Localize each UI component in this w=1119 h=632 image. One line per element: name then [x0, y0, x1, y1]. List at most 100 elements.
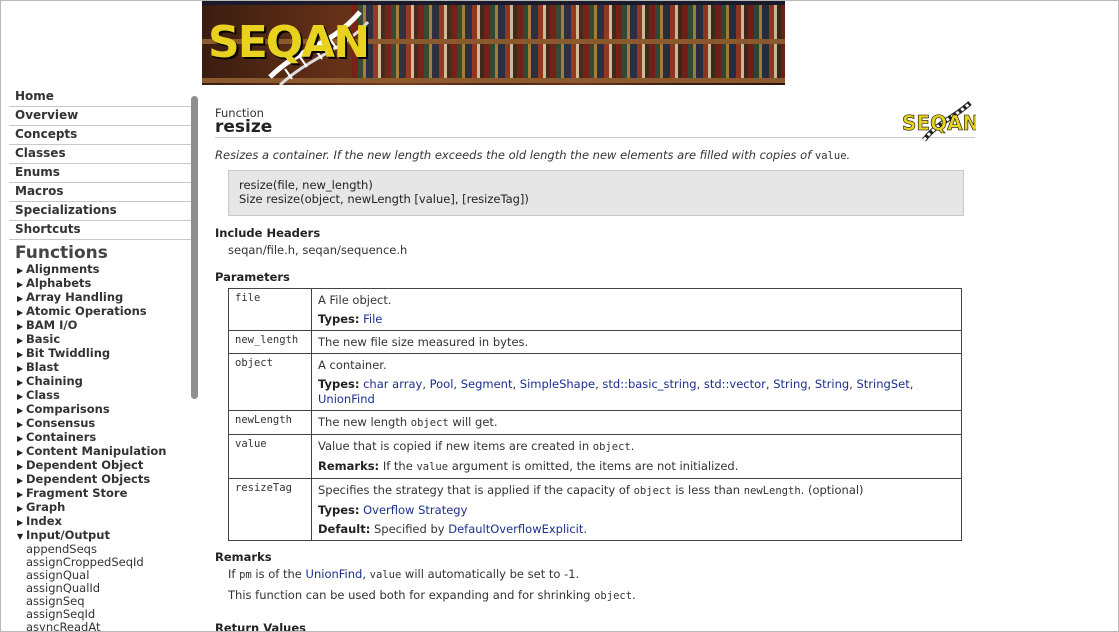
seqan-logo: SEQAN — [208, 17, 370, 68]
category-item[interactable]: ▶ Fragment Store — [17, 487, 201, 501]
type-link[interactable]: Segment — [461, 377, 513, 391]
type-link[interactable]: Overflow Strategy — [363, 503, 467, 517]
remark-line: If pm is of the UnionFind, value will au… — [228, 567, 580, 581]
return-values-heading: Return Values — [215, 621, 307, 631]
sidebar-scrollbar[interactable] — [191, 96, 198, 399]
nav-overview[interactable]: Overview — [9, 107, 197, 126]
triangle-right-icon: ▶ — [17, 476, 24, 485]
category-item[interactable]: ▶ Chaining — [17, 375, 201, 389]
triangle-right-icon: ▶ — [17, 434, 24, 443]
triangle-right-icon: ▶ — [17, 462, 24, 471]
default-link[interactable]: DefaultOverflowExplicit — [448, 522, 583, 536]
category-item[interactable]: ▶ Atomic Operations — [17, 305, 201, 319]
category-item[interactable]: ▶ Content Manipulation — [17, 445, 201, 459]
parameters-heading: Parameters — [215, 270, 290, 284]
triangle-right-icon: ▶ — [17, 448, 24, 457]
triangle-right-icon: ▶ — [17, 420, 24, 429]
category-item[interactable]: ▶ Containers — [17, 431, 201, 445]
param-name: value — [228, 434, 312, 479]
type-link[interactable]: Pool — [430, 377, 454, 391]
table-row: file A File object. Types: File — [228, 288, 962, 331]
category-item[interactable]: ▶ Index — [17, 515, 201, 529]
param-name: new_length — [228, 330, 312, 354]
category-item[interactable]: ▶ Blast — [17, 361, 201, 375]
type-link[interactable]: SimpleShape — [520, 377, 595, 391]
nav-concepts[interactable]: Concepts — [9, 126, 197, 145]
triangle-right-icon: ▶ — [17, 280, 24, 289]
param-desc: The new length object will get. — [311, 410, 962, 435]
nav-macros[interactable]: Macros — [9, 183, 197, 202]
type-link[interactable]: String — [815, 377, 849, 391]
nav-enums[interactable]: Enums — [9, 164, 197, 183]
include-headers-value: seqan/file.h, seqan/sequence.h — [228, 243, 408, 257]
table-row: object A container. Types: char array, P… — [228, 353, 962, 411]
category-item[interactable]: ▶ Dependent Object — [17, 459, 201, 473]
title-divider — [215, 137, 975, 138]
param-name: newLength — [228, 410, 312, 435]
category-item[interactable]: ▶ Graph — [17, 501, 201, 515]
table-row: new_length The new file size measured in… — [228, 330, 962, 354]
triangle-right-icon: ▶ — [17, 308, 24, 317]
summary: Resizes a container. If the new length e… — [215, 148, 851, 162]
category-item[interactable]: ▶ Comparisons — [17, 403, 201, 417]
category-item[interactable]: ▶ Consensus — [17, 417, 201, 431]
seqan-small-logo: SEQAN — [902, 101, 976, 142]
bookshelf-image — [352, 5, 785, 39]
param-name: resizeTag — [228, 478, 312, 541]
triangle-right-icon: ▶ — [17, 364, 24, 373]
triangle-right-icon: ▶ — [17, 350, 24, 359]
type-link[interactable]: File — [363, 312, 382, 326]
nav-home[interactable]: Home — [9, 88, 197, 107]
param-desc: A File object. Types: File — [311, 288, 962, 331]
param-desc: A container. Types: char array, Pool, Se… — [311, 353, 962, 411]
nav-classes[interactable]: Classes — [9, 145, 197, 164]
category-item-expanded[interactable]: ▼ Input/Output — [17, 529, 201, 543]
signature-line: Size resize(object, newLength [value], [… — [239, 192, 529, 206]
page-title: resize — [215, 117, 273, 137]
header: SEQAN — [1, 1, 1118, 85]
main-content: Function resize SEQAN Resizes a containe… — [202, 86, 1118, 631]
signature-box: resize(file, new_length) Size resize(obj… — [228, 170, 964, 216]
signature-line: resize(file, new_length) — [239, 178, 373, 192]
type-link[interactable]: UnionFind — [318, 392, 375, 406]
type-link[interactable]: std::basic_string — [602, 377, 696, 391]
triangle-right-icon: ▶ — [17, 518, 24, 527]
seqan-banner[interactable]: SEQAN — [202, 1, 785, 85]
triangle-right-icon: ▶ — [17, 266, 24, 275]
param-name: file — [228, 288, 312, 331]
param-desc: The new file size measured in bytes. — [311, 330, 962, 354]
include-headers-heading: Include Headers — [215, 226, 321, 240]
category-item[interactable]: ▶ Bit Twiddling — [17, 347, 201, 361]
category-item[interactable]: ▶ Dependent Objects — [17, 473, 201, 487]
nav-specializations[interactable]: Specializations — [9, 202, 197, 221]
parameters-table: file A File object. Types: File new_leng… — [228, 288, 962, 541]
triangle-right-icon: ▶ — [17, 392, 24, 401]
param-desc: Value that is copied if new items are cr… — [311, 434, 962, 479]
category-item[interactable]: ▶ Basic — [17, 333, 201, 347]
category-item[interactable]: ▶ Alignments — [17, 263, 201, 277]
category-item[interactable]: ▶ BAM I/O — [17, 319, 201, 333]
triangle-right-icon: ▶ — [17, 294, 24, 303]
category-item[interactable]: ▶ Class — [17, 389, 201, 403]
remarks-heading: Remarks — [215, 550, 272, 564]
triangle-right-icon: ▶ — [17, 406, 24, 415]
triangle-right-icon: ▶ — [17, 336, 24, 345]
remark-line: This function can be used both for expan… — [228, 588, 636, 602]
triangle-right-icon: ▶ — [17, 378, 24, 387]
category-item[interactable]: ▶ Array Handling — [17, 291, 201, 305]
unionfind-link[interactable]: UnionFind — [306, 567, 363, 581]
svg-text:SEQAN: SEQAN — [902, 111, 976, 135]
type-link[interactable]: String — [773, 377, 807, 391]
triangle-right-icon: ▶ — [17, 322, 24, 331]
param-name: object — [228, 353, 312, 411]
type-link[interactable]: char array — [363, 377, 422, 391]
triangle-down-icon: ▼ — [17, 532, 24, 541]
type-link[interactable]: std::vector — [704, 377, 766, 391]
function-link[interactable]: asyncReadAt — [26, 621, 201, 632]
table-row: resizeTag Specifies the strategy that is… — [228, 478, 962, 541]
nav-shortcuts[interactable]: Shortcuts — [9, 221, 197, 240]
type-link[interactable]: StringSet — [857, 377, 910, 391]
category-item[interactable]: ▶ Alphabets — [17, 277, 201, 291]
triangle-right-icon: ▶ — [17, 504, 24, 513]
table-row: newLength The new length object will get… — [228, 410, 962, 435]
